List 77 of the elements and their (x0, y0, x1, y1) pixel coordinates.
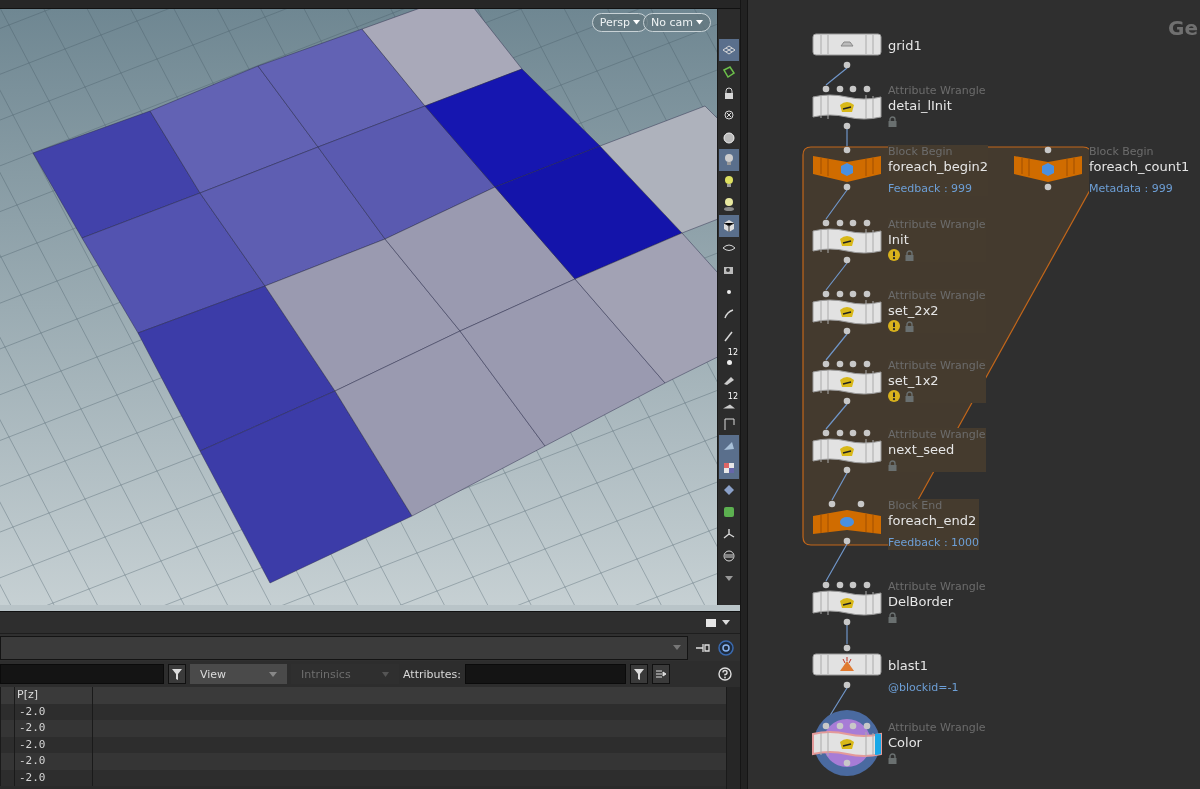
cube-button[interactable] (719, 215, 739, 237)
caret-icon (382, 671, 389, 677)
node-type-label: Attribute Wrangle (888, 218, 986, 231)
square-icon (706, 618, 716, 627)
caret-icon (633, 20, 641, 25)
node-info-text: @blockid=-1 (888, 681, 959, 695)
caret-icon (269, 671, 277, 677)
blast-node[interactable] (813, 644, 881, 690)
node-type-label: Block Begin (1089, 145, 1154, 158)
node-type-label: Attribute Wrangle (888, 359, 986, 372)
pin-icon[interactable] (696, 642, 710, 653)
caret-icon (696, 20, 704, 25)
node-name: grid1 (888, 37, 922, 54)
node-type-label: Attribute Wrangle (888, 580, 986, 593)
arrow-icon (656, 669, 666, 679)
node-type-label: Block Begin (888, 145, 953, 158)
node-type-label: Block End (888, 499, 943, 512)
checker-button[interactable] (719, 457, 739, 479)
funnel-icon (634, 668, 644, 680)
node-type-label: Attribute Wrangle (888, 721, 986, 734)
wrangle-node[interactable] (813, 429, 881, 475)
node-info-text: Feedback : 1000 (888, 536, 980, 550)
node-name: foreach_count1 (1089, 158, 1190, 175)
camera-menu[interactable]: No cam (643, 13, 712, 32)
block-begin-node[interactable] (1014, 146, 1082, 192)
block-begin-node[interactable] (813, 146, 881, 192)
cube-icon (721, 218, 737, 234)
wrangle-node[interactable] (813, 581, 881, 627)
wrangle-node[interactable] (813, 85, 881, 131)
attributes-field[interactable] (465, 664, 626, 684)
node-name: blast1 (888, 657, 928, 674)
node-name: set_2x2 (888, 302, 939, 319)
wire-icon (721, 548, 737, 564)
node-type-label: Attribute Wrangle (888, 428, 986, 441)
caret-icon (722, 620, 730, 625)
node-name: foreach_end2 (888, 512, 977, 529)
network-title: Ge (1168, 16, 1198, 40)
node-name: set_1x2 (888, 372, 939, 389)
sphere-icon (721, 130, 737, 146)
uv-icon (721, 504, 737, 520)
snap-icon (721, 64, 737, 80)
caret-icon (673, 645, 681, 650)
wrangle-node[interactable] (813, 290, 881, 336)
export-button[interactable] (652, 664, 670, 684)
checker-icon (721, 460, 737, 476)
node-info-text: Feedback : 999 (888, 182, 973, 196)
node-name: foreach_begin2 (888, 158, 989, 175)
table-cell: -2.0 (14, 769, 92, 786)
attributes-label: Attributes: (403, 667, 461, 681)
table-cell: -2.0 (14, 753, 92, 770)
filter-button[interactable] (630, 664, 648, 684)
pointnum-button[interactable]: 12 (719, 347, 739, 369)
node-name: Color (888, 734, 922, 751)
funnel-icon (172, 668, 182, 680)
filter-field[interactable] (0, 664, 164, 684)
node-name: Init (888, 231, 909, 248)
block-end-node[interactable] (813, 500, 881, 546)
target-icon[interactable] (718, 639, 734, 656)
bulbperson-icon (721, 196, 737, 212)
wrangle-node[interactable] (813, 219, 881, 265)
node-type-label: Attribute Wrangle (888, 84, 986, 97)
node-name: next_seed (888, 441, 955, 458)
node-type-label: Attribute Wrangle (888, 289, 986, 302)
column-header[interactable]: P[z] (14, 687, 92, 704)
filter-button[interactable] (168, 664, 186, 684)
wrangle-node[interactable] (813, 360, 881, 406)
node-info-text: Metadata : 999 (1089, 182, 1173, 196)
node-name: DelBorder (888, 593, 954, 610)
node-name: detai_lInit (888, 97, 952, 114)
corner-icon (721, 416, 737, 432)
primnum-button[interactable]: 12 (719, 391, 739, 413)
view-dropdown[interactable]: View (190, 664, 287, 684)
grid-button[interactable] (719, 39, 739, 61)
help-icon[interactable] (718, 667, 732, 681)
wrangle-node[interactable] (813, 722, 881, 768)
table-cell: -2.0 (14, 720, 92, 737)
scrollbar[interactable] (726, 687, 740, 789)
